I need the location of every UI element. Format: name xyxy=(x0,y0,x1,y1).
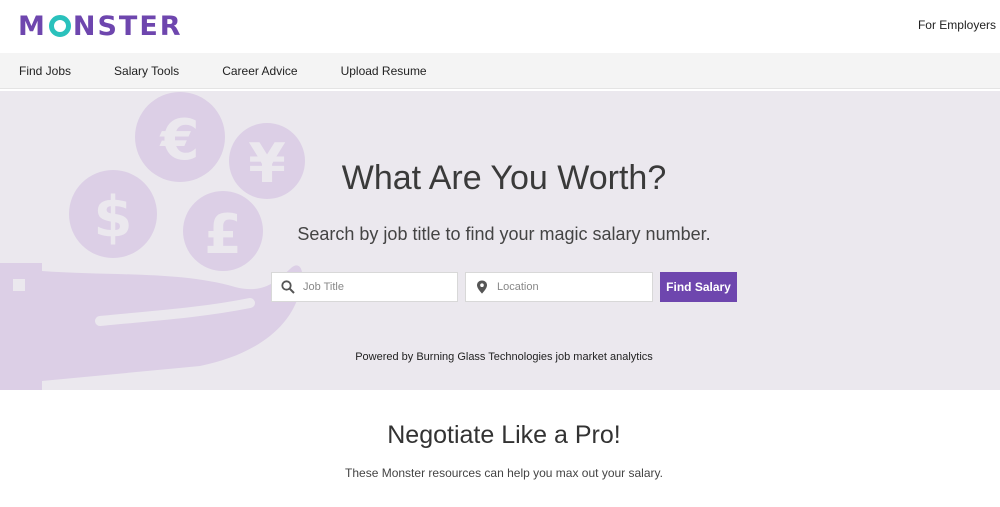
nav-item-salary-tools[interactable]: Salary Tools xyxy=(114,64,179,78)
map-pin-icon xyxy=(477,280,487,294)
location-field[interactable] xyxy=(465,272,653,302)
nav-item-career-advice[interactable]: Career Advice xyxy=(222,64,297,78)
job-title-field[interactable] xyxy=(271,272,458,302)
hero-subtitle: Search by job title to find your magic s… xyxy=(297,224,711,244)
powered-by-text: Powered by Burning Glass Technologies jo… xyxy=(355,351,653,363)
logo-nster: NSTER xyxy=(72,10,183,42)
job-title-input[interactable] xyxy=(303,273,457,301)
negotiate-title: Negotiate Like a Pro! xyxy=(387,421,621,449)
monster-logo[interactable]: M NSTER xyxy=(18,10,183,42)
hero-title: What Are You Worth? xyxy=(341,159,667,197)
nav-item-upload-resume[interactable]: Upload Resume xyxy=(341,64,427,78)
hand-icon xyxy=(0,263,303,390)
search-icon xyxy=(281,280,295,294)
main-nav: Find Jobs Salary Tools Career Advice Upl… xyxy=(0,53,1000,89)
for-employers-link[interactable]: For Employers xyxy=(918,18,996,32)
logo-m: M xyxy=(18,10,47,42)
logo-o-ring xyxy=(48,15,71,37)
find-salary-button[interactable]: Find Salary xyxy=(660,272,737,302)
nav-item-find-jobs[interactable]: Find Jobs xyxy=(19,64,71,78)
site-header: M NSTER For Employers xyxy=(0,0,1000,53)
negotiate-subtitle: These Monster resources can help you max… xyxy=(345,466,663,480)
location-input[interactable] xyxy=(497,273,652,301)
salary-hero: € ¥ $ £ What Are You Worth? Search by jo… xyxy=(0,91,1000,390)
